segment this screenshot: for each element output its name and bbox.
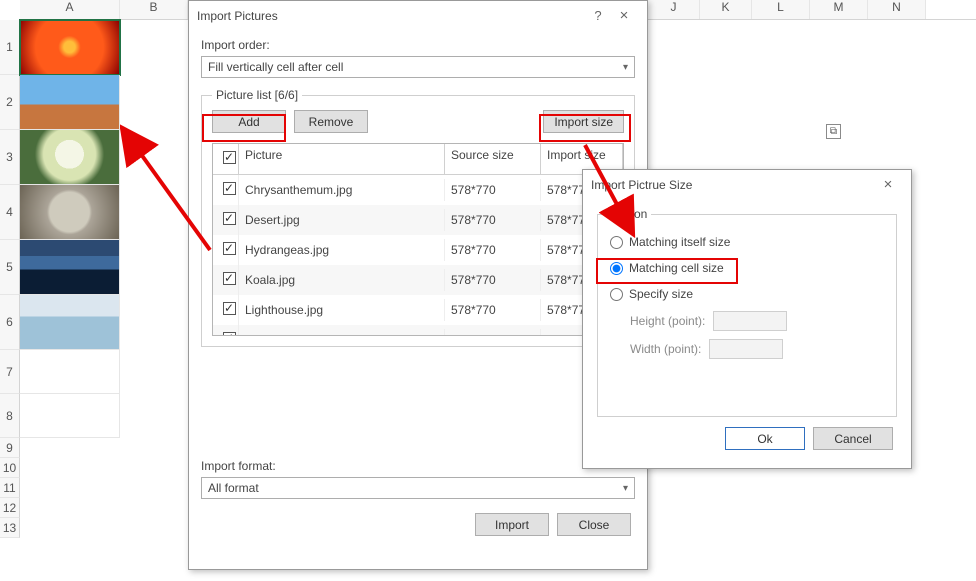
row-checkbox[interactable] — [223, 332, 236, 335]
picture-thumb[interactable] — [20, 240, 120, 295]
col-head-a[interactable]: A — [20, 0, 120, 19]
dialog-title: Import Pictrue Size — [591, 178, 873, 192]
select-all-checkbox[interactable] — [223, 151, 236, 164]
import-order-label: Import order: — [201, 38, 635, 52]
remove-button[interactable]: Remove — [294, 110, 368, 133]
header-check[interactable] — [213, 144, 239, 175]
source-size: 578*770 — [445, 179, 541, 201]
option-legend: Option — [608, 207, 651, 221]
picture-name: Lighthouse.jpg — [239, 299, 445, 321]
radio-input[interactable] — [610, 262, 623, 275]
row-head[interactable]: 11 — [0, 478, 20, 498]
header-picture[interactable]: Picture — [239, 144, 445, 175]
radio-label: Specify size — [629, 287, 693, 301]
cell[interactable] — [20, 350, 120, 394]
row-head[interactable]: 1 — [0, 20, 20, 75]
import-format-value: All format — [208, 481, 259, 495]
row-head[interactable]: 7 — [0, 350, 20, 394]
import-order-combo[interactable]: Fill vertically cell after cell — [201, 56, 635, 78]
row-head[interactable]: 9 — [0, 438, 20, 458]
picture-thumb[interactable] — [20, 295, 120, 350]
picture-name: Chrysanthemum.jpg — [239, 179, 445, 201]
row-checkbox[interactable] — [223, 212, 236, 225]
cancel-button[interactable]: Cancel — [813, 427, 893, 450]
row-head[interactable]: 8 — [0, 394, 20, 438]
col-head-n[interactable]: N — [868, 0, 926, 19]
ok-button[interactable]: Ok — [725, 427, 805, 450]
col-head-b[interactable]: B — [120, 0, 188, 19]
picture-name: Penguins.jpg — [239, 329, 445, 335]
import-size-button[interactable]: Import size — [543, 110, 624, 133]
row-checkbox[interactable] — [223, 242, 236, 255]
width-label: Width (point): — [630, 342, 701, 356]
import-pictures-dialog: Import Pictures ? × Import order: Fill v… — [188, 0, 648, 570]
picture-thumb[interactable] — [20, 75, 120, 130]
row-checkbox[interactable] — [223, 302, 236, 315]
row-head[interactable]: 3 — [0, 130, 20, 185]
source-size: 578*770 — [445, 299, 541, 321]
height-label: Height (point): — [630, 314, 705, 328]
import-picture-size-dialog: Import Pictrue Size × Option Matching it… — [582, 169, 912, 469]
import-format-label: Import format: — [201, 459, 635, 473]
table-row[interactable]: Chrysanthemum.jpg578*770578*770 — [213, 175, 623, 205]
width-input — [709, 339, 783, 359]
source-size: 578*770 — [445, 209, 541, 231]
col-head-k[interactable]: K — [700, 0, 752, 19]
import-order-value: Fill vertically cell after cell — [208, 60, 343, 74]
radio-input[interactable] — [610, 236, 623, 249]
close-button[interactable]: Close — [557, 513, 631, 536]
row-head[interactable]: 6 — [0, 295, 20, 350]
picture-name: Desert.jpg — [239, 209, 445, 231]
help-icon[interactable]: ? — [587, 8, 609, 23]
import-button[interactable]: Import — [475, 513, 549, 536]
radio-input[interactable] — [610, 288, 623, 301]
row-head[interactable]: 4 — [0, 185, 20, 240]
table-row[interactable]: Desert.jpg578*770578*770 — [213, 205, 623, 235]
row-head[interactable]: 10 — [0, 458, 20, 478]
header-source-size[interactable]: Source size — [445, 144, 541, 175]
radio-label: Matching cell size — [629, 261, 724, 275]
paste-options-icon[interactable]: ⧉ — [826, 124, 841, 139]
table-row[interactable]: Penguins.jpg578*770578*770 — [213, 325, 623, 335]
height-input — [713, 311, 787, 331]
table-row[interactable]: Koala.jpg578*770578*770 — [213, 265, 623, 295]
table-row[interactable]: Lighthouse.jpg578*770578*770 — [213, 295, 623, 325]
picture-thumb[interactable] — [20, 185, 120, 240]
radio-matching-itself[interactable]: Matching itself size — [608, 229, 886, 255]
close-icon[interactable]: × — [609, 7, 639, 24]
source-size: 578*770 — [445, 239, 541, 261]
col-head-j[interactable]: J — [648, 0, 700, 19]
add-button[interactable]: Add — [212, 110, 286, 133]
row-head[interactable]: 12 — [0, 498, 20, 518]
close-icon[interactable]: × — [873, 176, 903, 193]
dialog-title: Import Pictures — [197, 9, 587, 23]
radio-label: Matching itself size — [629, 235, 730, 249]
source-size: 578*770 — [445, 269, 541, 291]
table-row[interactable]: Hydrangeas.jpg578*770578*770 — [213, 235, 623, 265]
picture-list-legend: Picture list [6/6] — [212, 88, 302, 102]
row-checkbox[interactable] — [223, 182, 236, 195]
row-checkbox[interactable] — [223, 272, 236, 285]
import-format-combo[interactable]: All format — [201, 477, 635, 499]
source-size: 578*770 — [445, 329, 541, 335]
col-head-l[interactable]: L — [752, 0, 810, 19]
picture-thumb[interactable] — [20, 130, 120, 185]
radio-specify-size[interactable]: Specify size — [608, 281, 886, 307]
radio-matching-cell[interactable]: Matching cell size — [608, 255, 886, 281]
picture-thumb[interactable] — [20, 20, 120, 75]
row-head[interactable]: 5 — [0, 240, 20, 295]
row-head[interactable]: 2 — [0, 75, 20, 130]
picture-name: Hydrangeas.jpg — [239, 239, 445, 261]
row-head[interactable]: 13 — [0, 518, 20, 538]
cell[interactable] — [20, 394, 120, 438]
picture-name: Koala.jpg — [239, 269, 445, 291]
col-head-m[interactable]: M — [810, 0, 868, 19]
